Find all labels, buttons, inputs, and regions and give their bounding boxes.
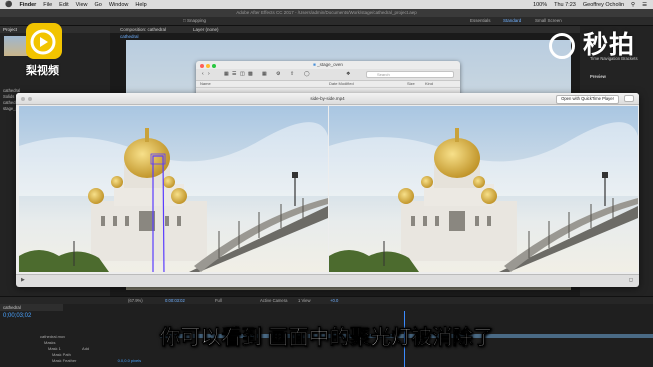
share-button[interactable]: [624, 95, 634, 102]
list-icon[interactable]: ☰: [642, 2, 647, 8]
col-name[interactable]: Name: [200, 81, 211, 86]
comp-sub-tab[interactable]: cathedral: [120, 34, 139, 39]
camera-select[interactable]: Active Camera: [260, 298, 287, 303]
comp-tab-bar: Composition: cathedral Layer (none) cath…: [110, 26, 580, 39]
quicklook-preview-window: side-by-side.mp4 Open with QuickTime Pla…: [16, 93, 639, 287]
view-columns-icon[interactable]: ◫: [240, 71, 245, 77]
viewer-controls: (67.9%) 0:00:03:02 Full Active Camera 1 …: [0, 296, 653, 304]
menu-help[interactable]: Help: [135, 2, 146, 8]
mac-menubar: ⚫ Finder File Edit View Go Window Help 1…: [0, 0, 653, 9]
pear-video-logo: [26, 23, 62, 59]
play-icon[interactable]: ▶: [21, 277, 25, 283]
forward-icon[interactable]: ›: [208, 71, 210, 77]
mask-feather: Mask Feather: [52, 358, 77, 363]
view-gallery-icon[interactable]: ▩: [248, 71, 253, 77]
tag-icon[interactable]: ◯: [304, 71, 310, 77]
workspace-small-screen[interactable]: Small Screen: [535, 18, 562, 23]
miaopai-watermark: 秒拍: [549, 25, 635, 61]
layer-tab[interactable]: Layer (none): [193, 27, 219, 32]
video-subtitle: 你可以看到 画面中的聚光灯被消除了: [159, 326, 494, 350]
menu-go[interactable]: Go: [94, 2, 101, 8]
menu-window[interactable]: Window: [109, 2, 129, 8]
dropbox-icon[interactable]: ❖: [346, 71, 350, 77]
miaopai-icon: [549, 33, 575, 60]
ae-window-title: Adobe After Effects CC 2017 - /Users/adm…: [0, 9, 653, 17]
finder-search-field[interactable]: Search: [366, 71, 454, 78]
mask-path: Mask Path: [52, 352, 71, 357]
share-icon[interactable]: ⇧: [290, 71, 294, 77]
current-time[interactable]: 0:00:03:02: [165, 298, 185, 303]
menu-view[interactable]: View: [76, 2, 88, 8]
workspace-standard[interactable]: Standard: [503, 18, 521, 23]
play-icon: [30, 29, 56, 55]
preview-panel-label[interactable]: Preview: [590, 74, 606, 79]
cathedral-image-left: [19, 106, 328, 272]
action-gear-icon[interactable]: ⚙: [276, 71, 280, 77]
col-date-modified[interactable]: Date Modified: [329, 81, 354, 86]
arrange-icon[interactable]: ▦: [262, 71, 267, 77]
resolution-select[interactable]: Full: [215, 298, 222, 303]
video-frame-left: [19, 106, 328, 272]
pear-video-text: 梨视频: [26, 65, 59, 77]
menu-edit[interactable]: Edit: [59, 2, 68, 8]
preview-controls: ▶ ◻: [16, 274, 639, 287]
col-kind[interactable]: Kind: [425, 81, 433, 86]
view-layout-select[interactable]: 1 View: [298, 298, 311, 303]
preview-title: side-by-side.mp4: [310, 96, 345, 101]
cathedral-image-right: [329, 106, 638, 272]
layer-row[interactable]: Mask Path: [0, 352, 653, 357]
col-size[interactable]: Size: [407, 81, 415, 86]
finder-title-text: _stage_oven: [317, 62, 343, 67]
mask-feather-value[interactable]: 0.0,0.0 pixels: [118, 358, 142, 363]
preview-title-bar: side-by-side.mp4 Open with QuickTime Pla…: [16, 93, 639, 105]
zoom-level[interactable]: (67.9%): [128, 298, 143, 303]
exposure-value[interactable]: +0.0: [330, 298, 338, 303]
workspace-essentials[interactable]: Essentials: [470, 18, 491, 23]
view-list-icon[interactable]: ☰: [232, 71, 236, 77]
finder-column-header: Name Date Modified Size Kind: [196, 80, 460, 88]
battery-status[interactable]: 100%: [533, 2, 547, 8]
video-frame-right: [329, 106, 638, 272]
layer-row[interactable]: Mask Feather 0.0,0.0 pixels: [0, 358, 653, 363]
menu-file[interactable]: File: [43, 2, 52, 8]
apple-menu-icon[interactable]: ⚫: [5, 1, 12, 8]
timeline-timecode[interactable]: 0;00;03;02: [3, 313, 31, 319]
close-icon[interactable]: [21, 96, 25, 101]
timeline-tab[interactable]: cathedral: [0, 304, 63, 311]
user-name[interactable]: Geoffrey Ocholin: [583, 2, 624, 8]
fullscreen-icon[interactable]: ◻: [629, 277, 633, 283]
search-placeholder: Search: [377, 72, 390, 77]
menu-finder[interactable]: Finder: [19, 2, 36, 8]
folder-icon: ■: [313, 62, 316, 67]
miaopai-text: 秒拍: [582, 31, 635, 59]
view-icons-icon[interactable]: ▦: [224, 71, 229, 77]
fullscreen-icon[interactable]: [28, 96, 32, 101]
back-icon[interactable]: ‹: [202, 71, 204, 77]
composition-tab[interactable]: Composition: cathedral: [120, 27, 166, 32]
snapping-toggle[interactable]: □ Snapping: [183, 18, 206, 23]
open-with-quicktime-button[interactable]: Open with QuickTime Player: [556, 95, 619, 104]
finder-title: ■ _stage_oven: [196, 61, 460, 69]
search-icon[interactable]: ⚲: [631, 2, 635, 8]
clock[interactable]: Thu 7:23: [554, 2, 576, 8]
